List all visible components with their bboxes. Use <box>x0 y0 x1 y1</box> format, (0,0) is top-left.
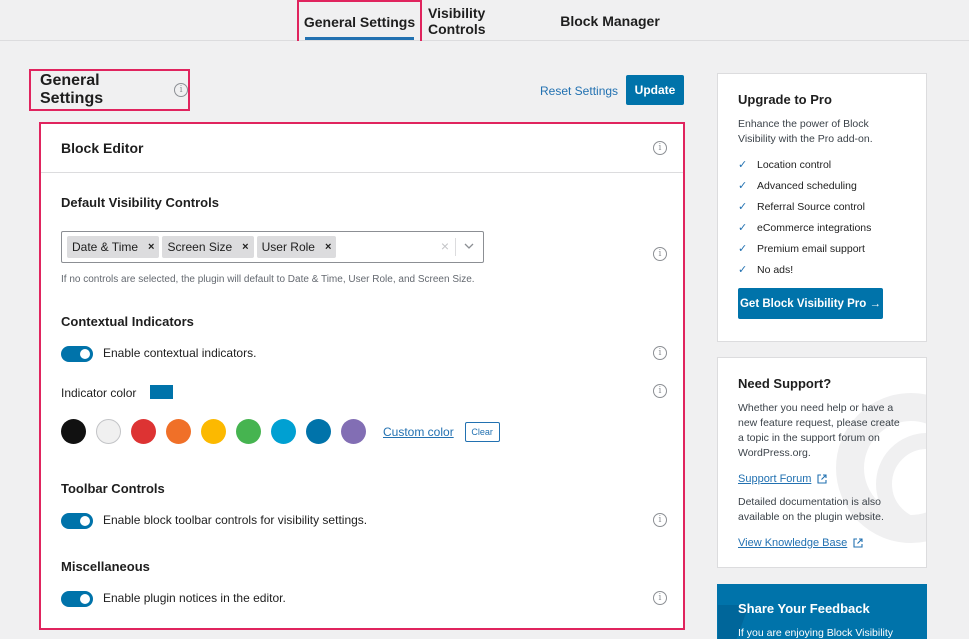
chip-label: Date & Time <box>72 240 139 254</box>
feature-label: Location control <box>757 158 832 171</box>
info-icon[interactable]: i <box>174 83 188 97</box>
swatch-green[interactable] <box>236 419 261 444</box>
external-link-icon <box>853 538 863 548</box>
upgrade-title: Upgrade to Pro <box>738 92 832 107</box>
contextual-indicators-toggle[interactable] <box>61 346 93 362</box>
knowledge-base-link[interactable]: View Knowledge Base <box>738 537 906 549</box>
toolbar-controls-toggle[interactable] <box>61 513 93 529</box>
docs-text: Detailed documentation is also available… <box>738 496 884 523</box>
miscellaneous-title: Miscellaneous <box>61 559 150 574</box>
feature-label: Referral Source control <box>757 200 865 213</box>
feature-label: eCommerce integrations <box>757 221 872 234</box>
link-label: Support Forum <box>738 473 812 485</box>
feature-list: ✓ Location control ✓ Advanced scheduling ✓… <box>738 154 906 280</box>
indicator-color-label: Indicator color <box>61 386 137 400</box>
check-icon: ✓ <box>738 159 748 171</box>
default-controls-help: If no controls are selected, the plugin … <box>61 274 475 285</box>
toolbar-controls-title: Toolbar Controls <box>61 481 165 496</box>
check-icon: ✓ <box>738 201 748 213</box>
chip-label: User Role <box>261 240 315 254</box>
swatch-white[interactable] <box>96 419 121 444</box>
swatch-yellow[interactable] <box>201 419 226 444</box>
update-button[interactable]: Update <box>626 75 684 105</box>
color-palette: Custom color Clear <box>61 419 500 444</box>
external-link-icon <box>817 474 827 484</box>
feature-item: ✓ Location control <box>738 154 906 175</box>
tab-general-settings[interactable]: General Settings <box>297 0 422 41</box>
remove-icon[interactable]: × <box>148 241 154 253</box>
check-icon: ✓ <box>738 180 748 192</box>
support-card: Need Support? Whether you need help or h… <box>717 357 927 568</box>
select-divider <box>455 238 456 256</box>
tab-visibility-controls[interactable]: Visibility Controls <box>428 0 546 41</box>
default-controls-title: Default Visibility Controls <box>61 195 219 210</box>
card-title: Block Editor <box>61 140 144 156</box>
feedback-text: If you are enjoying Block Visibility <box>738 627 894 639</box>
feature-item: ✓ eCommerce integrations <box>738 217 906 238</box>
check-icon: ✓ <box>738 264 748 276</box>
feature-item: ✓ Advanced scheduling <box>738 175 906 196</box>
chevron-down-icon[interactable] <box>463 240 475 252</box>
feature-label: Advanced scheduling <box>757 179 857 192</box>
chip-user-role: User Role × <box>256 236 337 258</box>
custom-color-link[interactable]: Custom color <box>383 425 454 439</box>
toggle-label: Enable block toolbar controls for visibi… <box>103 513 368 527</box>
clear-all-icon[interactable]: × <box>441 238 449 254</box>
remove-icon[interactable]: × <box>242 241 248 253</box>
remove-icon[interactable]: × <box>325 241 331 253</box>
info-icon[interactable]: i <box>653 591 667 605</box>
swatch-orange[interactable] <box>166 419 191 444</box>
default-controls-select[interactable]: Date & Time × Screen Size × User Role × … <box>61 231 484 263</box>
feature-item: ✓ Premium email support <box>738 238 906 259</box>
feature-label: No ads! <box>757 263 794 276</box>
indicator-color-swatch[interactable] <box>150 385 173 399</box>
support-text: Whether you need help or have a new feat… <box>738 402 900 459</box>
feature-label: Premium email support <box>757 242 865 255</box>
toggle-label: Enable contextual indicators. <box>103 346 257 360</box>
toggle-label: Enable plugin notices in the editor. <box>103 591 286 605</box>
info-icon[interactable]: i <box>653 141 667 155</box>
swatch-purple[interactable] <box>341 419 366 444</box>
page-heading: General Settings i <box>29 69 190 111</box>
chip-date-time: Date & Time × <box>67 236 160 258</box>
block-editor-card: Block Editor i Default Visibility Contro… <box>39 122 685 630</box>
contextual-indicators-title: Contextual Indicators <box>61 314 194 329</box>
link-label: View Knowledge Base <box>738 537 848 549</box>
clear-color-button[interactable]: Clear <box>464 421 500 442</box>
top-nav: General Settings Visibility Controls Blo… <box>0 0 969 41</box>
upgrade-card: Upgrade to Pro Enhance the power of Bloc… <box>717 73 927 342</box>
card-header: Block Editor i <box>41 124 683 173</box>
info-icon[interactable]: i <box>653 346 667 360</box>
chip-screen-size: Screen Size × <box>162 236 254 258</box>
get-pro-button[interactable]: Get Block Visibility Pro → <box>738 288 883 319</box>
swatch-black[interactable] <box>61 419 86 444</box>
info-icon[interactable]: i <box>653 247 667 261</box>
feature-item: ✓ Referral Source control <box>738 196 906 217</box>
chip-label: Screen Size <box>167 240 233 254</box>
feedback-card: Share Your Feedback If you are enjoying … <box>717 584 927 639</box>
swatch-red[interactable] <box>131 419 156 444</box>
page-title: General Settings <box>40 72 104 107</box>
support-forum-link[interactable]: Support Forum <box>738 473 906 485</box>
feedback-title: Share Your Feedback <box>738 601 870 616</box>
upgrade-text: Enhance the power of Block Visibility wi… <box>738 118 873 145</box>
info-icon[interactable]: i <box>653 513 667 527</box>
check-icon: ✓ <box>738 243 748 255</box>
info-icon[interactable]: i <box>653 384 667 398</box>
swatch-blue[interactable] <box>306 419 331 444</box>
feature-item: ✓ No ads! <box>738 259 906 280</box>
tab-block-manager[interactable]: Block Manager <box>556 0 664 41</box>
support-title: Need Support? <box>738 376 832 391</box>
reset-settings-link[interactable]: Reset Settings <box>540 84 618 98</box>
swatch-cyan[interactable] <box>271 419 296 444</box>
plugin-notices-toggle[interactable] <box>61 591 93 607</box>
check-icon: ✓ <box>738 222 748 234</box>
